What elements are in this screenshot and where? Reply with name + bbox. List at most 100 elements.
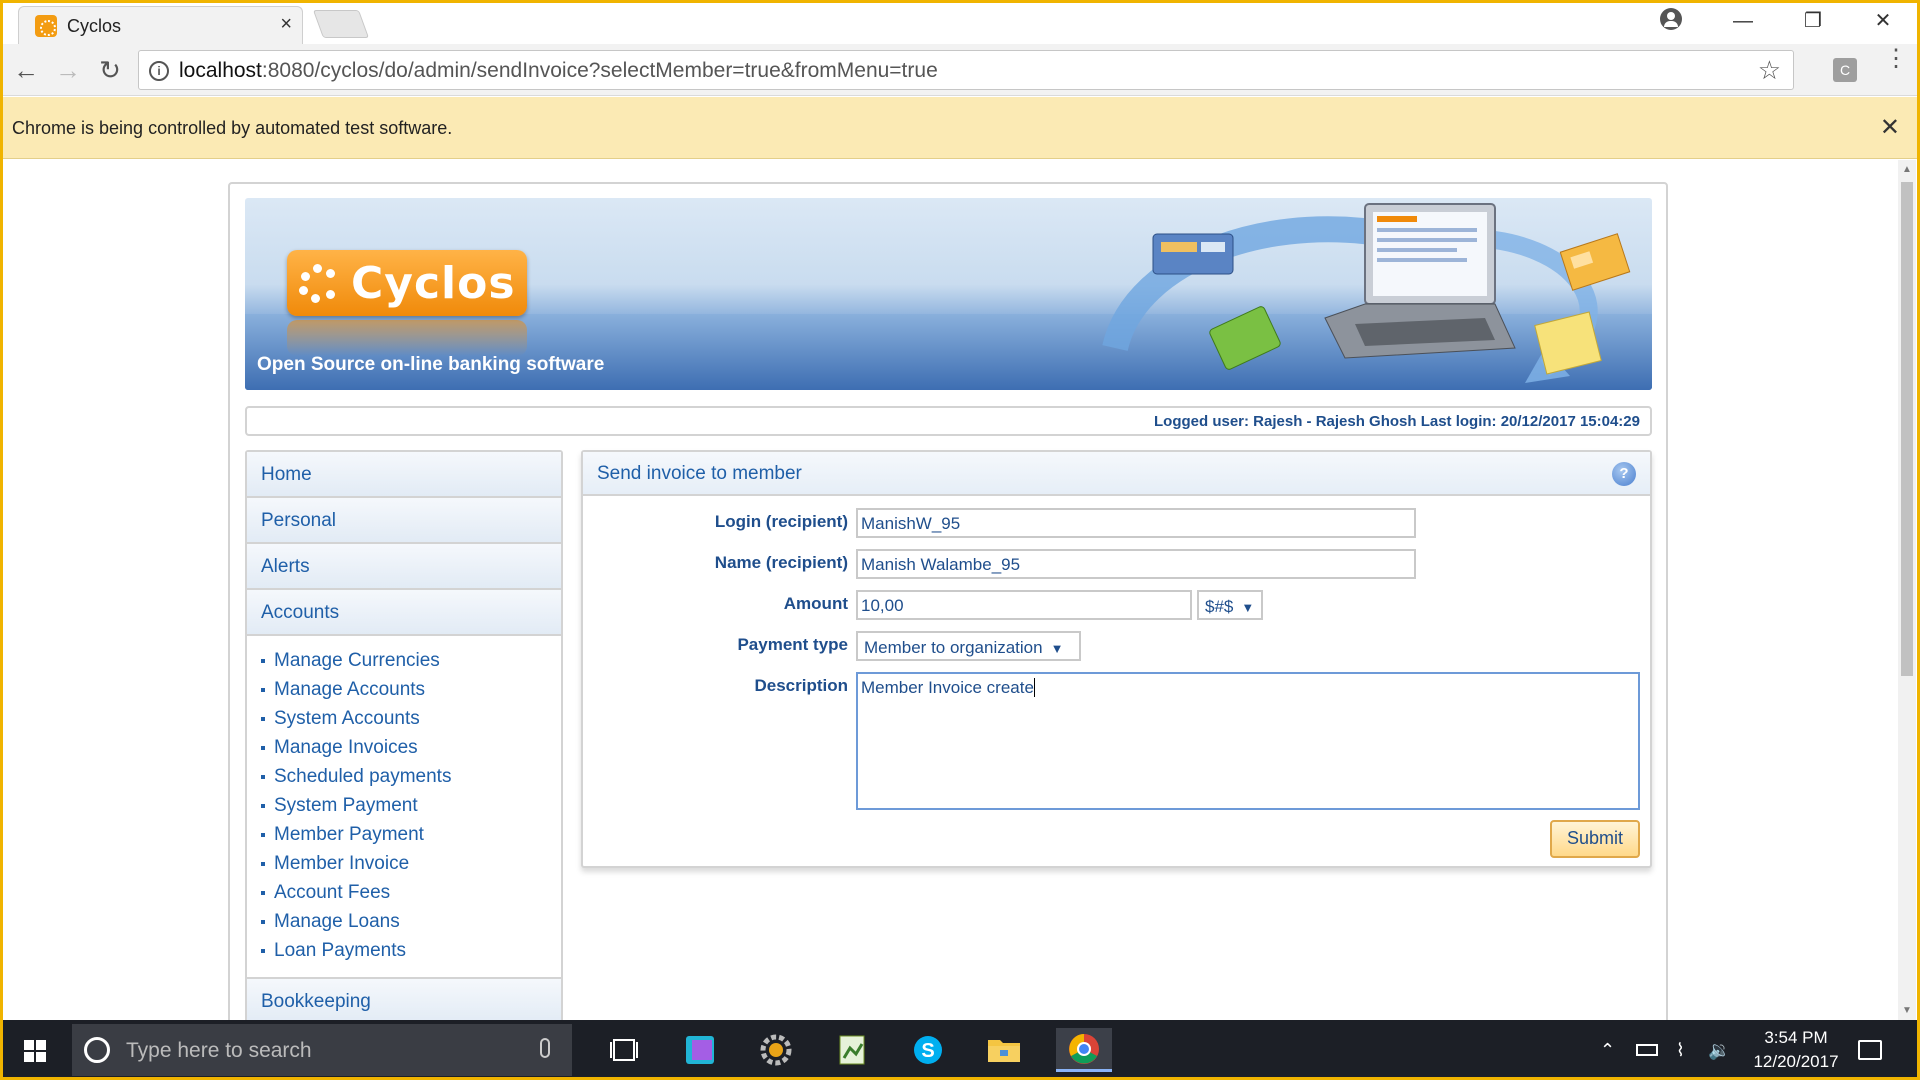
bullet-icon bbox=[261, 658, 265, 663]
extension-icon[interactable]: C bbox=[1833, 58, 1857, 82]
logo-reflection bbox=[287, 320, 527, 356]
submenu-manage-invoices[interactable]: Manage Invoices bbox=[261, 733, 561, 762]
chrome-taskbar-icon[interactable] bbox=[1056, 1028, 1112, 1072]
submenu-account-fees[interactable]: Account Fees bbox=[261, 878, 561, 907]
start-button[interactable] bbox=[0, 1020, 70, 1080]
windows-logo-icon bbox=[24, 1040, 46, 1062]
bullet-icon bbox=[261, 832, 265, 837]
sidebar-menu: Home Personal Alerts Accounts Manage Cur… bbox=[245, 450, 563, 1020]
text-cursor bbox=[1033, 678, 1035, 697]
name-label: Name (recipient) bbox=[714, 553, 848, 572]
app-icon[interactable] bbox=[676, 1028, 724, 1072]
wifi-icon[interactable]: ⌇ bbox=[1676, 1040, 1685, 1061]
banking-illustration-icon bbox=[1102, 203, 1631, 383]
windows-taskbar: Type here to search S ⌃ ⌇ 🔉 3:54 PM 12/2… bbox=[0, 1020, 1920, 1080]
taskbar-search-box[interactable]: Type here to search bbox=[72, 1024, 572, 1076]
banner-tagline: Open Source on-line banking software bbox=[257, 354, 605, 375]
bullet-icon bbox=[261, 716, 265, 721]
notepad-app-icon[interactable] bbox=[828, 1028, 876, 1072]
action-center-icon[interactable] bbox=[1858, 1040, 1882, 1060]
minimize-button[interactable]: — bbox=[1720, 4, 1766, 38]
sidebar-item-bookkeeping[interactable]: Bookkeeping bbox=[247, 979, 561, 1020]
volume-icon[interactable]: 🔉 bbox=[1708, 1040, 1730, 1061]
site-info-icon[interactable]: i bbox=[149, 61, 169, 81]
logo-dots-icon bbox=[299, 264, 339, 304]
login-recipient-input[interactable]: ManishW_95 bbox=[856, 508, 1416, 538]
close-window-button[interactable]: ✕ bbox=[1860, 4, 1906, 38]
url-text[interactable]: localhost:8080/cyclos/do/admin/sendInvoi… bbox=[179, 59, 938, 83]
tab-title: Cyclos bbox=[67, 16, 122, 36]
settings-gear-icon[interactable] bbox=[752, 1028, 800, 1072]
restore-button[interactable]: ❐ bbox=[1790, 4, 1836, 38]
session-bar: Logged user: Rajesh - Rajesh Ghosh Last … bbox=[245, 406, 1652, 436]
file-explorer-icon[interactable] bbox=[980, 1028, 1028, 1072]
payment-type-select[interactable]: Member to organization ▼ bbox=[856, 631, 1081, 661]
submenu-member-payment[interactable]: Member Payment bbox=[261, 820, 561, 849]
cyclos-banner: Cyclos Open Source on-line banking softw… bbox=[245, 198, 1652, 390]
description-textarea[interactable]: Member Invoice create bbox=[856, 672, 1640, 810]
clock-time: 3:54 PM bbox=[1764, 1028, 1828, 1047]
forward-arrow-icon[interactable]: → bbox=[52, 54, 84, 86]
address-bar[interactable]: i localhost:8080/cyclos/do/admin/sendInv… bbox=[138, 50, 1794, 90]
send-invoice-panel: Send invoice to member ? Login (recipien… bbox=[581, 450, 1652, 868]
description-label: Description bbox=[754, 676, 848, 695]
taskbar-search-placeholder: Type here to search bbox=[126, 1039, 312, 1062]
accounts-submenu: Manage Currencies Manage Accounts System… bbox=[247, 636, 561, 979]
task-view-icon[interactable] bbox=[600, 1028, 648, 1072]
page-container: Cyclos Open Source on-line banking softw… bbox=[228, 182, 1668, 1020]
sidebar-item-personal[interactable]: Personal bbox=[247, 498, 561, 544]
reload-icon[interactable]: ↻ bbox=[94, 54, 126, 86]
browser-tab[interactable]: Cyclos × bbox=[18, 6, 303, 44]
submenu-scheduled-payments[interactable]: Scheduled payments bbox=[261, 762, 561, 791]
help-icon[interactable]: ? bbox=[1612, 462, 1636, 486]
bullet-icon bbox=[261, 890, 265, 895]
cyclos-logo: Cyclos bbox=[287, 250, 527, 316]
submit-button[interactable]: Submit bbox=[1550, 820, 1640, 858]
taskbar-clock[interactable]: 3:54 PM 12/20/2017 bbox=[1736, 1026, 1856, 1074]
page-viewport: Cyclos Open Source on-line banking softw… bbox=[0, 160, 1898, 1020]
new-tab-button[interactable] bbox=[312, 10, 370, 38]
bookmark-star-icon[interactable]: ☆ bbox=[1758, 55, 1781, 86]
cortana-icon bbox=[84, 1037, 110, 1063]
submenu-manage-loans[interactable]: Manage Loans bbox=[261, 907, 561, 936]
page-scrollbar[interactable]: ▲ ▼ bbox=[1898, 160, 1916, 1020]
infobar-message: Chrome is being controlled by automated … bbox=[12, 118, 453, 138]
microphone-icon[interactable] bbox=[540, 1038, 550, 1058]
amount-input[interactable]: 10,00 bbox=[856, 590, 1192, 620]
battery-icon[interactable] bbox=[1636, 1044, 1658, 1056]
logged-user-info: Logged user: Rajesh - Rajesh Ghosh Last … bbox=[1154, 413, 1640, 430]
skype-icon[interactable]: S bbox=[904, 1028, 952, 1072]
sidebar-item-accounts[interactable]: Accounts bbox=[247, 590, 561, 636]
submenu-member-invoice[interactable]: Member Invoice bbox=[261, 849, 561, 878]
sidebar-item-alerts[interactable]: Alerts bbox=[247, 544, 561, 590]
dropdown-caret-icon: ▼ bbox=[1050, 641, 1064, 656]
automation-infobar: Chrome is being controlled by automated … bbox=[0, 97, 1920, 159]
submenu-manage-accounts[interactable]: Manage Accounts bbox=[261, 675, 561, 704]
bullet-icon bbox=[261, 948, 265, 953]
name-recipient-input[interactable]: Manish Walambe_95 bbox=[856, 549, 1416, 579]
sidebar-item-home[interactable]: Home bbox=[247, 452, 561, 498]
profile-icon[interactable] bbox=[1660, 8, 1682, 30]
submenu-system-payment[interactable]: System Payment bbox=[261, 791, 561, 820]
login-label: Login (recipient) bbox=[714, 512, 848, 531]
bullet-icon bbox=[261, 774, 265, 779]
bullet-icon bbox=[261, 745, 265, 750]
scroll-up-icon[interactable]: ▲ bbox=[1902, 164, 1912, 175]
tab-close-icon[interactable]: × bbox=[280, 13, 292, 36]
payment-type-label: Payment type bbox=[737, 635, 848, 654]
panel-title: Send invoice to member bbox=[597, 463, 802, 484]
show-hidden-icons-icon[interactable]: ⌃ bbox=[1600, 1040, 1615, 1061]
submenu-manage-currencies[interactable]: Manage Currencies bbox=[261, 646, 561, 675]
infobar-close-icon[interactable]: ✕ bbox=[1880, 113, 1900, 142]
currency-select[interactable]: $#$ ▼ bbox=[1197, 590, 1263, 620]
bullet-icon bbox=[261, 919, 265, 924]
svg-text:S: S bbox=[921, 1040, 934, 1062]
submenu-loan-payments[interactable]: Loan Payments bbox=[261, 936, 561, 965]
panel-header: Send invoice to member ? bbox=[583, 452, 1650, 496]
submenu-system-accounts[interactable]: System Accounts bbox=[261, 704, 561, 733]
scrollbar-thumb[interactable] bbox=[1901, 182, 1913, 676]
scroll-down-icon[interactable]: ▼ bbox=[1902, 1005, 1912, 1016]
chrome-menu-icon[interactable]: ⋮ bbox=[1884, 47, 1908, 71]
amount-label: Amount bbox=[783, 594, 848, 613]
back-arrow-icon[interactable]: ← bbox=[10, 54, 42, 86]
